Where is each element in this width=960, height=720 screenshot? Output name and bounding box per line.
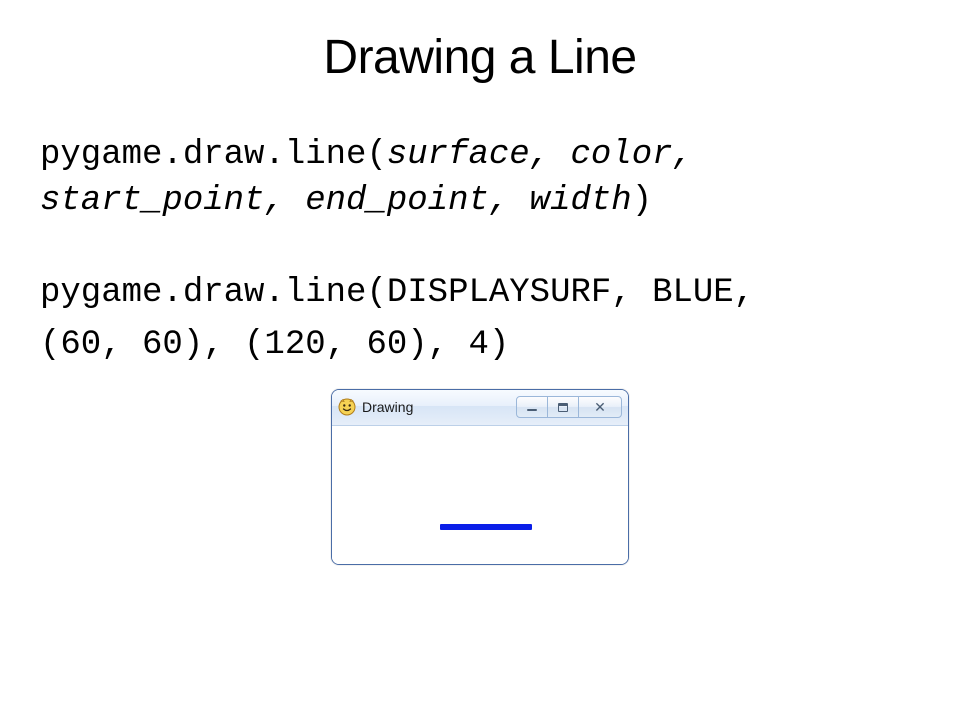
code-signature: pygame.draw.line(surface, color, start_p… <box>40 133 920 225</box>
minimize-icon <box>527 409 537 411</box>
signature-close: ) <box>632 182 652 220</box>
code-example-line1: pygame.draw.line(DISPLAYSURF, BLUE, <box>40 271 920 317</box>
titlebar: Drawing ✕ <box>332 390 628 426</box>
close-icon: ✕ <box>594 400 606 414</box>
example-window-wrap: Drawing ✕ <box>40 389 920 565</box>
app-icon <box>338 398 356 416</box>
close-button[interactable]: ✕ <box>578 396 622 418</box>
maximize-icon <box>558 403 568 412</box>
signature-prefix: pygame.draw.line( <box>40 136 387 174</box>
slide-title: Drawing a Line <box>40 30 920 85</box>
maximize-button[interactable] <box>547 396 579 418</box>
minimize-button[interactable] <box>516 396 548 418</box>
drawn-line <box>440 524 532 530</box>
canvas-area <box>332 426 628 564</box>
code-example-line2: (60, 60), (120, 60), 4) <box>40 323 920 369</box>
example-window: Drawing ✕ <box>331 389 629 565</box>
window-buttons: ✕ <box>517 396 622 418</box>
window-title: Drawing <box>362 399 413 415</box>
